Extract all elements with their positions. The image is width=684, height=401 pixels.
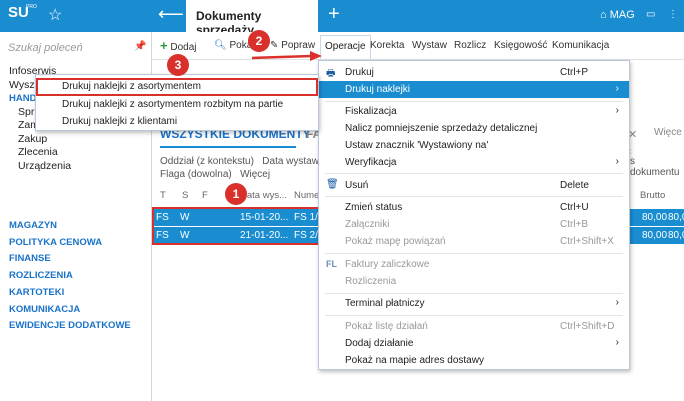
toolbar: + Dodaj 🔍︎ Poka ✎ Popraw Operacje Korekt… [152, 32, 684, 60]
sidebar-item-communication[interactable]: KOMUNIKACJA [9, 302, 131, 319]
menu-separator [325, 101, 623, 102]
menu-item-set-issued[interactable]: Ustaw znacznik 'Wystawiony na' [319, 137, 629, 154]
sidebar-item-pricing[interactable]: POLITYKA CENOWA [9, 235, 131, 252]
star-icon[interactable]: ☆ [48, 5, 62, 25]
menu-separator [325, 196, 623, 197]
chevron-right-icon: › [615, 105, 619, 116]
active-tab-underline [160, 146, 296, 148]
plus-icon: + [160, 38, 168, 53]
show-button[interactable]: 🔍︎ Poka [214, 40, 252, 51]
correction-button[interactable]: Korekta [370, 40, 404, 51]
menu-item-print[interactable]: 🖶 Drukuj Ctrl+P [319, 64, 629, 81]
settle-button[interactable]: Rozlicz [454, 40, 486, 51]
col-f[interactable]: F [202, 190, 208, 201]
menu-item-retail-discount[interactable]: Nalicz pomniejszenie sprzedaży detaliczn… [319, 120, 629, 137]
add-button[interactable]: + Dodaj [160, 38, 197, 53]
print-labels-submenu: Drukuj naklejki z asortymentem Drukuj na… [35, 74, 319, 131]
col-brutto[interactable]: Brutto [640, 190, 665, 201]
store-selector[interactable]: ⌂ MAG [600, 9, 635, 21]
filter-department[interactable]: Oddział (z kontekstu) [160, 156, 254, 167]
cell-brutto-2: 80,00 [668, 230, 684, 241]
top-bar: SU PRO ☆ ⟵ Dokumenty sprzedaży + ⌂ MAG ▭ … [0, 0, 684, 37]
submenu-item-labels-clients[interactable]: Drukuj naklejki z klientami [36, 113, 318, 131]
issue-button[interactable]: Wystaw [412, 40, 447, 51]
communication-button[interactable]: Komunikacja [552, 40, 609, 51]
sidebar-item-finance[interactable]: FINANSE [9, 251, 131, 268]
chevron-right-icon: › [615, 337, 619, 348]
menu-item-advance-invoices[interactable]: FL Faktury zaliczkowe [319, 256, 629, 273]
chevron-right-icon: › [615, 297, 619, 308]
step-badge-1: 1 [225, 183, 247, 205]
trash-icon: 🗑 [326, 179, 339, 190]
menu-item-change-status[interactable]: Zmień status Ctrl+U [319, 199, 629, 216]
sidebar-groups: MAGAZYN POLITYKA CENOWA FINANSE ROZLICZE… [9, 218, 131, 335]
cell-brutto: 80,00 [642, 230, 668, 241]
menu-separator [325, 173, 623, 174]
tab-sales-documents[interactable]: Dokumenty sprzedaży [186, 0, 318, 37]
cell-brutto: 80,00 [642, 212, 668, 223]
app-logo[interactable]: SU PRO [8, 4, 38, 28]
sidebar-item-devices[interactable]: Urządzenia [9, 160, 75, 174]
menu-item-show-map[interactable]: Pokaż na mapie adres dostawy [319, 352, 629, 369]
menu-item-settlements[interactable]: Rozliczenia [319, 273, 629, 290]
filter-row-2: Flaga (dowolna) Więcej [160, 169, 270, 180]
submenu-item-labels-assortment[interactable]: Drukuj naklejki z asortymentem [36, 78, 318, 96]
col-s[interactable]: S [182, 190, 188, 201]
sidebar-item-commissions[interactable]: Zlecenia [9, 146, 75, 160]
cell-brutto-2: 80,00 [668, 212, 684, 223]
menu-item-show-actions[interactable]: Pokaż listę działań Ctrl+Shift+D [319, 318, 629, 335]
operations-dropdown: 🖶 Drukuj Ctrl+P Drukuj naklejki › Fiskal… [318, 60, 630, 370]
menu-item-show-links[interactable]: Pokaż mapę powiązań Ctrl+Shift+X [319, 233, 629, 250]
menu-item-delete[interactable]: 🗑 Usuń Delete [319, 177, 629, 194]
sidebar-item-settlements[interactable]: ROZLICZENIA [9, 268, 131, 285]
operations-menu-button[interactable]: Operacje [320, 35, 371, 59]
arrow-left-icon[interactable]: ⟵ [158, 4, 184, 25]
chevron-right-icon: › [615, 83, 619, 94]
accounting-button[interactable]: Księgowość [494, 40, 547, 51]
filter-doc-type[interactable]: s dokumentu [630, 156, 684, 178]
col-t[interactable]: T [160, 190, 166, 201]
menu-item-add-action[interactable]: Dodaj działanie › [319, 335, 629, 352]
menu-icon[interactable]: ⋮ [668, 9, 678, 20]
menu-item-fiscalize[interactable]: Fiskalizacja › [319, 103, 629, 120]
step-badge-3: 3 [167, 54, 189, 76]
menu-item-payment-terminal[interactable]: Terminal płatniczy › [319, 295, 629, 312]
col-number[interactable]: Nume [294, 190, 319, 201]
tab-more[interactable]: Więce [654, 127, 682, 138]
menu-separator [325, 315, 623, 316]
sidebar-item-warehouse[interactable]: MAGAZYN [9, 218, 131, 235]
menu-separator [325, 293, 623, 294]
menu-item-attachments[interactable]: Załączniki Ctrl+B [319, 216, 629, 233]
search-icon: 🔍︎ [214, 40, 227, 51]
menu-separator [325, 253, 623, 254]
menu-item-verification[interactable]: Weryfikacja › [319, 154, 629, 171]
fl-badge: FL [326, 259, 337, 269]
step-badge-2: 2 [248, 30, 270, 52]
filter-row: Oddział (z kontekstu) Data wystawien [160, 156, 332, 167]
submenu-item-labels-batches[interactable]: Drukuj naklejki z asortymentem rozbitym … [36, 96, 318, 114]
col-date[interactable]: Data wys... [240, 190, 287, 201]
sidebar-item-extra-records[interactable]: EWIDENCJE DODATKOWE [9, 318, 131, 335]
sidebar-item-purchase[interactable]: Zakup [9, 133, 75, 147]
minimize-icon[interactable]: ▭ [646, 9, 655, 20]
highlight-rows-box [152, 207, 320, 245]
filter-flag[interactable]: Flaga (dowolna) [160, 169, 232, 180]
chevron-right-icon: › [615, 156, 619, 167]
pin-icon[interactable]: 📌 [134, 41, 146, 52]
search-input[interactable]: Szukaj poleceń [8, 42, 144, 54]
sidebar-item-records[interactable]: KARTOTEKI [9, 285, 131, 302]
menu-item-print-labels[interactable]: Drukuj naklejki › [319, 81, 629, 98]
filter-more[interactable]: Więcej [240, 169, 270, 180]
plus-icon[interactable]: + [328, 3, 340, 26]
